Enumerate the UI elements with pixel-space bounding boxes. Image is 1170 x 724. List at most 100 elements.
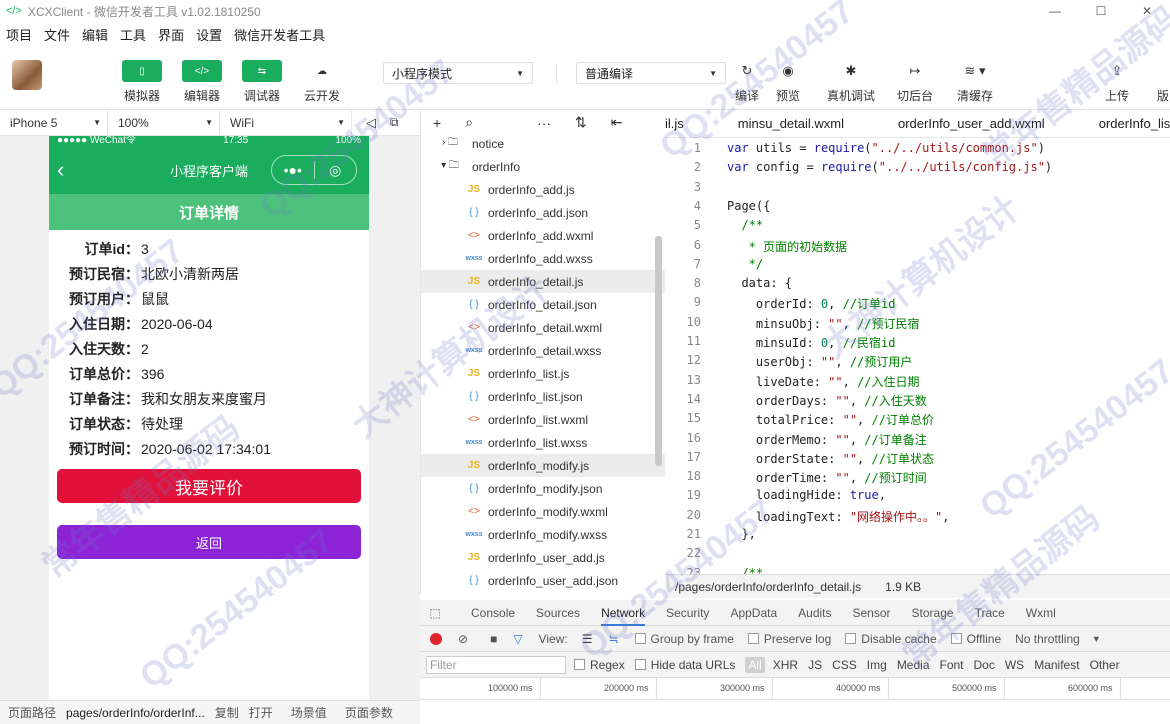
collapse-icon[interactable]: ⇤: [611, 114, 623, 131]
file-tree-item[interactable]: JS orderInfo_modify.js: [421, 454, 665, 477]
file-tree-scrollbar[interactable]: [655, 236, 662, 466]
close-icon[interactable]: ✕: [1124, 0, 1170, 22]
filter-icon[interactable]: ▽: [513, 632, 522, 646]
filter-input[interactable]: Filter: [426, 655, 566, 674]
menu-edit[interactable]: 编辑: [82, 25, 108, 44]
offline-option[interactable]: Offline: [950, 632, 1001, 646]
file-tree-item[interactable]: JS orderInfo_detail.js: [421, 270, 665, 293]
cloud-button[interactable]: ☁ 云开发: [296, 60, 348, 104]
minimize-icon[interactable]: —: [1032, 0, 1078, 22]
upload-button[interactable]: ⇪ 上传: [1105, 60, 1129, 104]
file-tree-item[interactable]: <> orderInfo_list.wxml: [421, 408, 665, 431]
type-filter-ws[interactable]: WS: [1005, 658, 1024, 672]
group-by-frame-checkbox[interactable]: [634, 633, 646, 644]
maximize-icon[interactable]: ☐: [1078, 0, 1124, 22]
file-tree-item[interactable]: { } orderInfo_list.json: [421, 385, 665, 408]
disable-cache-checkbox[interactable]: [845, 633, 857, 644]
regex-checkbox[interactable]: [574, 659, 585, 670]
devtools-tab-audits[interactable]: Audits: [798, 606, 831, 620]
return-button[interactable]: 返回: [57, 525, 361, 559]
camera-icon[interactable]: ■: [490, 632, 497, 646]
devtools-tab-appdata[interactable]: AppData: [730, 606, 777, 620]
file-tree-item[interactable]: JS orderInfo_user_add.js: [421, 546, 665, 569]
rotate-icon[interactable]: ⧉: [390, 115, 399, 130]
file-tree-item[interactable]: { } orderInfo_detail.json: [421, 293, 665, 316]
file-tree-item[interactable]: { } orderInfo_add.json: [421, 201, 665, 224]
devtools-tab-security[interactable]: Security: [666, 606, 709, 620]
more-icon[interactable]: •●•: [272, 162, 314, 178]
editor-button[interactable]: </> 编辑器: [176, 60, 228, 104]
devtools-tab-network[interactable]: Network: [601, 606, 646, 626]
devtools-tab-sensor[interactable]: Sensor: [853, 606, 891, 620]
waterfall-icon[interactable]: ≒: [608, 632, 618, 646]
file-tree-item[interactable]: › 🗀 notice: [421, 132, 665, 155]
debugger-button[interactable]: ⇆ 调试器: [236, 60, 288, 104]
large-rows-icon[interactable]: ☰: [582, 632, 593, 646]
hide-data-urls-checkbox[interactable]: [634, 659, 646, 670]
disable-cache-option[interactable]: Disable cache: [845, 632, 937, 646]
tab-orderinfo-list[interactable]: orderInfo_list.: [1099, 116, 1170, 131]
zoom-select[interactable]: 100% ▼: [108, 110, 220, 135]
add-icon[interactable]: +: [433, 115, 441, 131]
tab-minsu-detail-wxml[interactable]: minsu_detail.wxml: [738, 116, 844, 131]
clear-icon[interactable]: ⊘: [458, 632, 468, 646]
file-tree-item[interactable]: <> orderInfo_add.wxml: [421, 224, 665, 247]
file-tree-item[interactable]: wxss orderInfo_detail.wxss: [421, 339, 665, 362]
sort-icon[interactable]: ⇅: [575, 114, 587, 131]
open-link[interactable]: 打开: [249, 704, 273, 721]
search-icon[interactable]: ⌕: [465, 114, 473, 131]
menu-file[interactable]: 文件: [44, 25, 70, 44]
type-filter-all[interactable]: All: [745, 656, 765, 673]
file-tree-item[interactable]: <> orderInfo_detail.wxml: [421, 316, 665, 339]
devtools-tab-console[interactable]: Console: [471, 606, 515, 620]
file-tree-item[interactable]: wxss orderInfo_add.wxss: [421, 247, 665, 270]
clear-cache-button[interactable]: ≋ ▾ 清缓存: [957, 60, 993, 104]
compile-button[interactable]: ↻ 编译: [735, 60, 759, 104]
devtools-tab-trace[interactable]: Trace: [975, 606, 1005, 620]
file-tree-item[interactable]: JS orderInfo_add.js: [421, 178, 665, 201]
type-filter-other[interactable]: Other: [1090, 658, 1120, 672]
preserve-log-option[interactable]: Preserve log: [747, 632, 831, 646]
menu-settings[interactable]: 设置: [196, 25, 222, 44]
menu-wechat-devtools[interactable]: 微信开发者工具: [234, 25, 325, 44]
copy-link[interactable]: 复制: [215, 704, 239, 721]
volume-icon[interactable]: ◁: [366, 115, 376, 131]
element-picker-icon[interactable]: ⬚: [420, 606, 450, 620]
file-tree-item[interactable]: JS orderInfo_list.js: [421, 362, 665, 385]
type-filter-font[interactable]: Font: [940, 658, 964, 672]
device-select[interactable]: iPhone 5 ▼: [0, 110, 108, 135]
devtools-tab-sources[interactable]: Sources: [536, 606, 580, 620]
preview-button[interactable]: ◉ 预览: [776, 60, 800, 104]
file-tree-item[interactable]: { } orderInfo_modify.json: [421, 477, 665, 500]
type-filter-media[interactable]: Media: [897, 658, 930, 672]
regex-option[interactable]: Regex: [574, 658, 625, 672]
menu-tools[interactable]: 工具: [120, 25, 146, 44]
back-arrow-icon[interactable]: ‹: [57, 157, 64, 183]
throttling-select[interactable]: No throttling ▼: [1015, 632, 1101, 646]
file-tree-item[interactable]: { } orderInfo_user_add.json: [421, 569, 665, 592]
record-icon[interactable]: [430, 632, 442, 645]
avatar[interactable]: [12, 60, 42, 90]
offline-checkbox[interactable]: [950, 633, 962, 644]
type-filter-css[interactable]: CSS: [832, 658, 857, 672]
group-by-frame-option[interactable]: Group by frame: [634, 632, 734, 646]
code-editor[interactable]: 1 var utils = require("../../utils/common…: [665, 138, 1170, 574]
type-filter-manifest[interactable]: Manifest: [1034, 658, 1079, 672]
devtools-tab-wxml[interactable]: Wxml: [1026, 606, 1056, 620]
type-filter-js[interactable]: JS: [808, 658, 822, 672]
file-tree-item[interactable]: ▾ 🗀 orderInfo: [421, 155, 665, 178]
tab-il-js[interactable]: il.js: [665, 116, 684, 131]
preserve-log-checkbox[interactable]: [747, 633, 759, 644]
file-tree-item[interactable]: <> orderInfo_modify.wxml: [421, 500, 665, 523]
compile-mode-select[interactable]: 普通编译 ▼: [576, 62, 726, 84]
evaluate-button[interactable]: 我要评价: [57, 469, 361, 503]
devtools-tab-storage[interactable]: Storage: [912, 606, 954, 620]
background-button[interactable]: ↦ 切后台: [897, 60, 933, 104]
real-device-debug-button[interactable]: ✱ 真机调试: [827, 60, 875, 104]
menu-interface[interactable]: 界面: [158, 25, 184, 44]
more-icon[interactable]: ···: [537, 115, 551, 131]
type-filter-img[interactable]: Img: [867, 658, 887, 672]
mode-select[interactable]: 小程序模式 ▼: [383, 62, 533, 84]
simulator-button[interactable]: ▯ 模拟器: [116, 60, 168, 104]
file-tree-item[interactable]: wxss orderInfo_modify.wxss: [421, 523, 665, 546]
